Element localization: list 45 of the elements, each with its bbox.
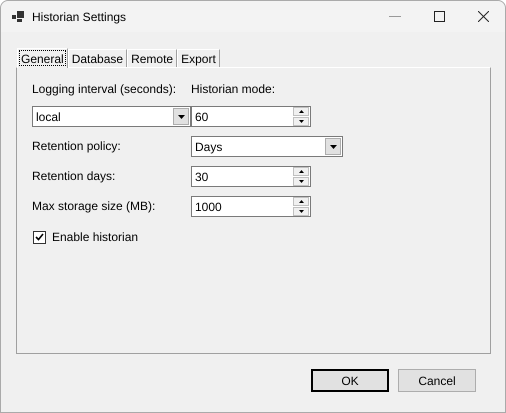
number-spinner[interactable]: 30 [191,166,311,187]
minimize-icon[interactable] [389,16,401,18]
close-icon[interactable] [478,11,489,22]
tab[interactable]: General [17,48,68,68]
dropdown[interactable]: Days [191,136,343,157]
dropdown-arrow-button[interactable] [325,138,341,155]
spin-down-button[interactable] [293,177,309,186]
up-arrow-icon [298,110,304,113]
down-arrow-icon [298,120,304,123]
caret-icon [330,144,336,148]
number-spinner[interactable]: 60 [191,106,311,127]
checkbox-label: Enable historian [52,229,138,246]
tab[interactable]: Database [68,49,128,67]
spin-up-button[interactable] [293,167,309,176]
down-arrow-icon [298,210,304,213]
checkbox[interactable] [33,230,46,244]
dropdown-value: Days [194,138,224,156]
spinner-value: 30 [194,168,210,186]
spinner-value: 60 [194,108,210,126]
dropdown-value: local [35,108,62,126]
up-arrow-icon [298,170,304,173]
field-label: Max storage size (MB): [32,198,156,215]
checkmark-icon [35,233,44,241]
spin-down-button[interactable] [293,117,309,126]
dialog-button[interactable]: Cancel [398,369,476,392]
field-label: Retention days: [32,168,116,185]
field-label: Logging interval (seconds): [32,81,178,98]
field-label: Retention policy: [32,138,122,155]
number-spinner[interactable]: 1000 [191,196,311,217]
dialog-button[interactable]: OK [311,369,389,392]
spin-down-button[interactable] [293,207,309,216]
field-label: Historian mode: [191,81,276,98]
maximize-icon[interactable] [434,11,445,22]
up-arrow-icon [298,200,304,203]
spinner-value: 1000 [194,198,223,216]
dropdown-arrow-button[interactable] [173,108,189,125]
caret-icon [178,114,184,118]
down-arrow-icon [298,180,304,183]
app-icon [12,11,24,22]
spin-up-button[interactable] [293,107,309,116]
tab[interactable]: Export [177,49,220,67]
spin-up-button[interactable] [293,197,309,206]
dropdown[interactable]: local [32,106,191,127]
window-title: Historian Settings [32,8,126,26]
tab[interactable]: Remote [127,49,178,67]
